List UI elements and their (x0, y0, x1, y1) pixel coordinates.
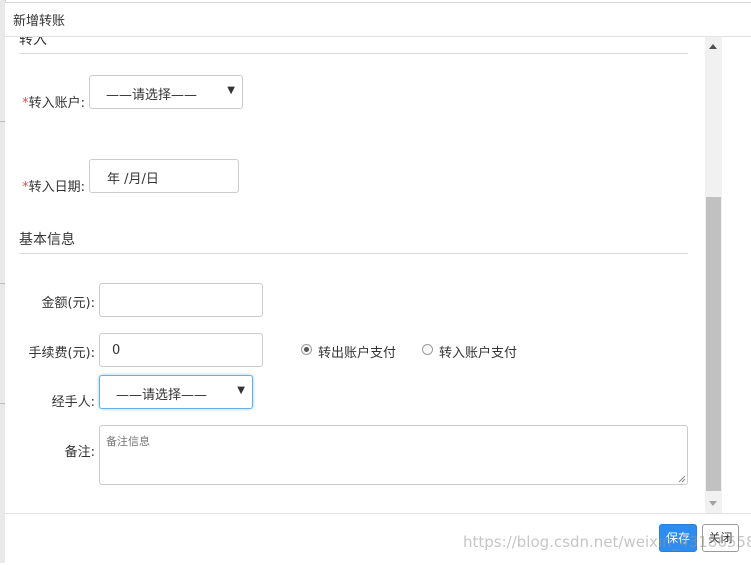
chevron-down-icon: ▼ (227, 85, 235, 96)
fee-payer-outgoing-label: 转出账户支付 (318, 346, 397, 361)
transfer-in-account-value: ——请选择—— (106, 88, 198, 103)
fee-input[interactable]: 0 (99, 333, 263, 367)
chevron-down-icon: ▼ (237, 385, 245, 396)
fee-payer-incoming-label: 转入账户支付 (439, 346, 518, 361)
dialog-title: 新增转账 (13, 14, 66, 29)
amount-label: 金额(元): (41, 296, 95, 311)
add-transfer-dialog: 新增转账 转入 *转入账户: ——请选择—— ▼ *转入日期: 年 /月/日 基… (5, 2, 751, 565)
section-divider (19, 253, 688, 254)
handler-label: 经手人: (51, 395, 95, 410)
fee-payer-incoming-radio[interactable]: 转入账户支付 (422, 342, 532, 361)
transfer-in-date-input[interactable]: 年 /月/日 (89, 159, 239, 193)
fee-value: 0 (112, 343, 121, 358)
handler-select[interactable]: ——请选择—— ▼ (99, 375, 253, 409)
transfer-in-date-label: *转入日期: (22, 180, 85, 195)
transfer-in-account-select[interactable]: ——请选择—— ▼ (89, 75, 243, 109)
fee-label: 手续费(元): (28, 346, 95, 361)
content-scrollbar[interactable] (705, 37, 722, 513)
dialog-content: 转入 *转入账户: ——请选择—— ▼ *转入日期: 年 /月/日 基本信息 金… (5, 37, 705, 513)
watermark-text: https://blog.csdn.net/weixin_43186558 (463, 533, 751, 551)
fee-payer-outgoing-radio[interactable]: 转出账户支付 (301, 342, 411, 361)
transfer-in-account-label: *转入账户: (22, 96, 85, 111)
handler-value: ——请选择—— (116, 388, 208, 403)
note-textarea[interactable]: 备注信息 (99, 425, 688, 485)
note-label: 备注: (64, 445, 95, 460)
scroll-down-arrow-icon[interactable] (709, 501, 717, 506)
scroll-up-arrow-icon[interactable] (709, 44, 717, 49)
transfer-in-date-value: 年 /月/日 (107, 172, 159, 187)
scrollbar-thumb[interactable] (706, 197, 721, 491)
section-divider (19, 53, 688, 54)
dialog-title-bar: 新增转账 (5, 3, 751, 37)
note-placeholder: 备注信息 (106, 435, 150, 448)
resize-grip-icon[interactable] (678, 475, 686, 483)
radio-unchecked-icon (422, 344, 433, 355)
section-title-transfer-in: 转入 (19, 37, 47, 48)
section-title-basic-info: 基本信息 (19, 232, 75, 248)
radio-checked-icon (301, 344, 312, 355)
amount-input[interactable] (99, 283, 263, 317)
